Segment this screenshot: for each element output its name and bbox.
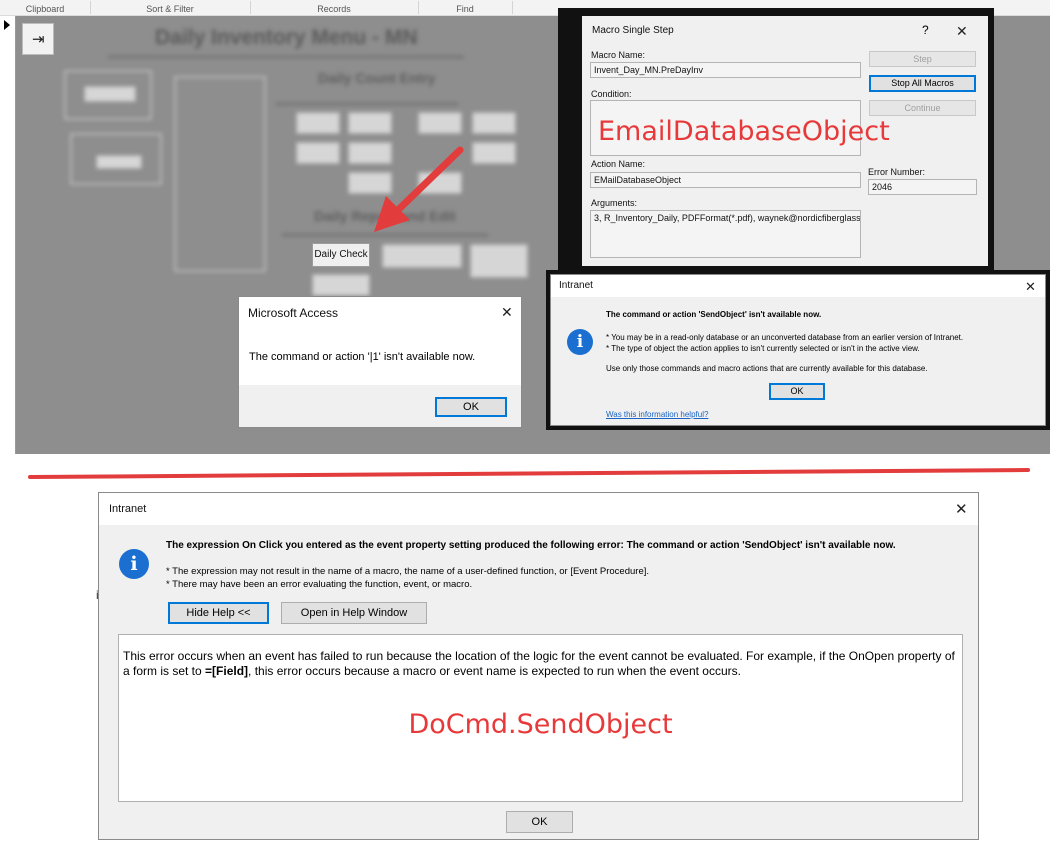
count-button xyxy=(418,112,462,134)
stop-all-macros-button[interactable]: Stop All Macros xyxy=(869,75,976,92)
macro-name-field: Invent_Day_MN.PreDayInv xyxy=(590,62,861,78)
blurred-form-content: Daily Inventory Menu - MN Daily Count En… xyxy=(0,0,560,300)
open-in-help-window-button[interactable]: Open in Help Window xyxy=(281,602,427,624)
macro-dialog-title: Macro Single Step xyxy=(592,25,674,36)
info-icon: i xyxy=(119,549,149,579)
count-button xyxy=(348,112,392,134)
intranet-large-titlebar xyxy=(99,493,978,525)
arguments-field: 3, R_Inventory_Daily, PDFFormat(*.pdf), … xyxy=(590,210,861,258)
count-button xyxy=(296,112,340,134)
help-text: This error occurs when an event has fail… xyxy=(123,649,959,679)
count-divider xyxy=(276,103,458,105)
help-question-icon[interactable]: ? xyxy=(922,23,929,37)
intranet-small-bullet-1: * You may be in a read-only database or … xyxy=(606,333,964,342)
red-divider-line xyxy=(28,468,1030,479)
close-icon[interactable]: ✕ xyxy=(955,502,968,518)
access-dialog-message: The command or action '|1' isn't availab… xyxy=(249,351,476,363)
email-database-object-annotation: EmailDatabaseObject xyxy=(598,116,890,147)
continue-button[interactable]: Continue xyxy=(869,100,976,116)
ok-button[interactable]: OK xyxy=(506,811,573,833)
red-arrow-annotation xyxy=(374,146,464,232)
action-name-label: Action Name: xyxy=(591,159,646,169)
action-name-field: EMailDatabaseObject xyxy=(590,172,861,188)
form-title: Daily Inventory Menu - MN xyxy=(155,26,418,49)
help-text-field-token: =[Field] xyxy=(205,664,249,678)
access-dialog-title: Microsoft Access xyxy=(248,306,339,320)
error-number-field: 2046 xyxy=(868,179,977,195)
report-button xyxy=(312,274,370,296)
macro-name-label: Macro Name: xyxy=(591,50,646,60)
close-icon[interactable]: ✕ xyxy=(501,304,513,320)
report-button xyxy=(382,244,462,268)
help-text-part-2: , this error occurs because a macro or e… xyxy=(248,664,741,678)
condition-label: Condition: xyxy=(591,89,632,99)
count-button xyxy=(472,112,516,134)
help-feedback-link[interactable]: Was this information helpful? xyxy=(606,410,708,419)
report-button xyxy=(470,244,528,278)
count-button xyxy=(472,142,516,164)
help-text-panel: This error occurs when an event has fail… xyxy=(118,634,963,802)
microsoft-access-dialog: Microsoft Access ✕ The command or action… xyxy=(238,296,522,428)
intranet-large-headline: The expression On Click you entered as t… xyxy=(166,540,896,551)
intranet-small-title: Intranet xyxy=(559,280,593,291)
intranet-large-bullet-1: * The expression may not result in the n… xyxy=(166,566,650,577)
intranet-small-dialog: Intranet ✕ i The command or action 'Send… xyxy=(550,274,1046,426)
intranet-small-bullet-2: * The type of object the action applies … xyxy=(606,344,920,353)
arguments-label: Arguments: xyxy=(591,198,638,208)
close-icon[interactable]: ✕ xyxy=(1025,279,1036,295)
date-field xyxy=(84,86,136,102)
intranet-large-bullet-2: * There may have been an error evaluatin… xyxy=(166,579,473,590)
ok-button[interactable]: OK xyxy=(769,383,825,400)
ok-button[interactable]: OK xyxy=(435,397,507,417)
intranet-small-titlebar xyxy=(551,275,1045,297)
daily-count-heading: Daily Count Entry xyxy=(318,70,436,86)
step-button[interactable]: Step xyxy=(869,51,976,67)
hide-help-button[interactable]: Hide Help << xyxy=(168,602,269,624)
macro-single-step-dialog: Macro Single Step ? ✕ Macro Name: Invent… xyxy=(582,16,988,266)
intranet-small-note: Use only those commands and macro action… xyxy=(606,364,928,373)
intranet-large-title: Intranet xyxy=(109,503,147,515)
docmd-sendobject-annotation: DoCmd.SendObject xyxy=(408,709,673,740)
count-button xyxy=(296,142,340,164)
intranet-small-headline: The command or action 'SendObject' isn't… xyxy=(606,310,822,319)
info-icon: i xyxy=(567,329,593,355)
close-icon[interactable]: ✕ xyxy=(956,23,968,39)
intranet-large-dialog: Intranet ✕ i The expression On Click you… xyxy=(98,492,979,840)
error-number-label: Error Number: xyxy=(868,167,926,177)
title-underline xyxy=(108,56,464,58)
daily-check-button[interactable]: Daily Check xyxy=(312,243,370,267)
plants-panel xyxy=(174,76,266,272)
plant-field xyxy=(96,155,142,169)
